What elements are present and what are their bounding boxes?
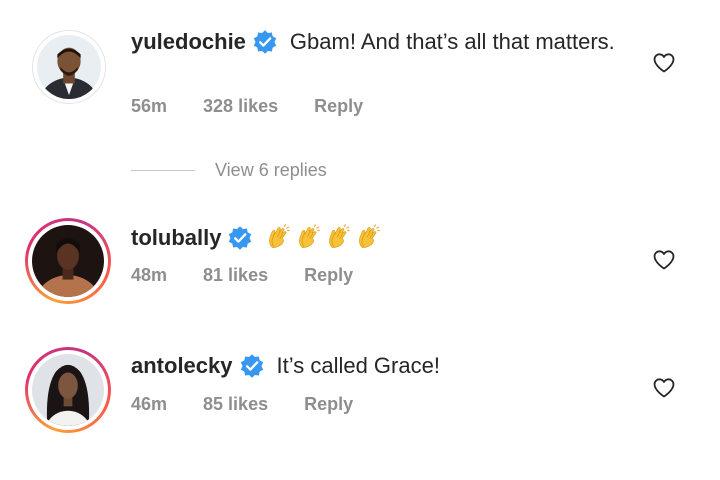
avatar-ring-gap xyxy=(28,350,108,430)
comment-text: It’s called Grace! xyxy=(276,353,440,378)
heart-icon[interactable] xyxy=(652,376,676,400)
timestamp: 46m xyxy=(131,394,168,414)
avatar[interactable] xyxy=(25,347,111,433)
comment-text-block: antolecky It’s called Grace! xyxy=(131,349,631,383)
username[interactable]: antolecky xyxy=(131,353,233,378)
comment-meta: 46m 85 likes Reply xyxy=(131,394,389,415)
likes-count[interactable]: 85 likes xyxy=(203,394,268,415)
verified-badge-icon xyxy=(240,354,263,378)
avatar-image xyxy=(32,354,104,426)
comment-item: antolecky It’s called Grace! 46m 85 likes… xyxy=(0,0,720,460)
reply-button[interactable]: Reply xyxy=(304,394,353,415)
